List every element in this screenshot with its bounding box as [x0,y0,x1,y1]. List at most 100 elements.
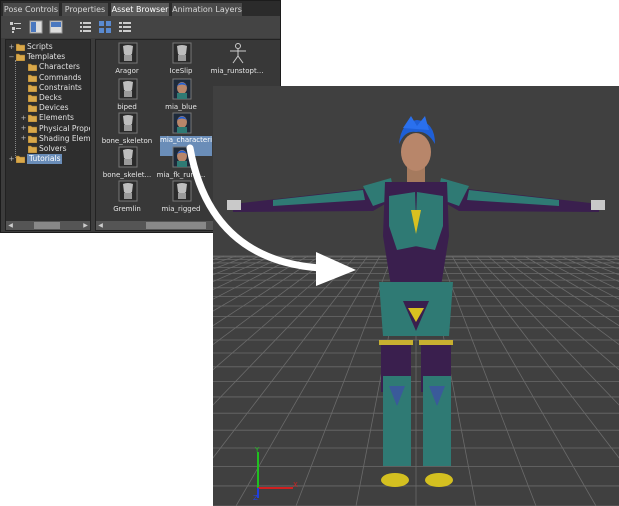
asset-item[interactable]: Pi [268,42,280,78]
left-foot [381,473,409,487]
tree-item-shading-elemen[interactable]: + Shading Elemen [20,133,91,144]
tab-animation-layers[interactable]: Animation Layers [171,2,243,16]
asset-label: IceSlip [169,67,193,75]
expander-icon [20,95,27,102]
asset-item[interactable]: Gremlin [104,180,150,216]
x-axis-label: X [293,481,298,489]
callout-arrow [186,144,356,286]
grid-line [535,255,619,300]
tree-item-elements[interactable]: + Elements [20,113,74,123]
tree-item-commands[interactable]: Commands [20,73,81,83]
tree-item-label: Shading Elemen [39,133,91,143]
folder-icon [15,155,26,164]
tab-asset-browser[interactable]: Asset Browser [110,2,170,16]
tree-item-solvers[interactable]: Solvers [20,144,66,154]
tree-item-characters[interactable]: Characters [20,62,80,72]
right-foot [425,473,453,487]
asset-label: bone_skelet... [102,171,152,179]
tree-item-label: Scripts [27,42,53,51]
asset-item[interactable]: Aragor [104,42,150,78]
grid-line [487,255,619,371]
expander-icon[interactable]: + [8,43,15,51]
expander-icon[interactable]: + [20,125,27,132]
tab-bar: Pose Controls Properties Asset Browser A… [1,1,280,16]
expander-icon [20,84,27,91]
asset-thumbnail [118,146,138,168]
grid-line [475,255,619,406]
expander-icon [20,64,27,71]
folder-icon [27,63,38,72]
tree-item-label: Devices [39,103,69,113]
asset-item[interactable]: bone_skeleton [102,112,152,148]
asset-item[interactable]: IceSlip [158,42,204,78]
asset-thumbnail [118,42,138,64]
expander-icon[interactable]: + [8,155,15,163]
asset-thumbnail [118,180,138,202]
tree-item-scripts[interactable]: + Scripts [8,42,53,52]
asset-label: Gremlin [113,205,141,213]
tree-item-label: Decks [39,93,62,102]
icon-view-icon[interactable] [98,20,112,34]
folder-icon [27,74,38,82]
folder-icon [15,43,26,52]
folder-tree: + Scripts − Templates Characters Commands Cons… [5,39,91,231]
asset-item[interactable]: mia_runstopt... [211,42,263,78]
grid-line [439,255,537,506]
scroll-thumb[interactable] [34,222,60,229]
folder-icon [27,84,38,93]
tree-item-decks[interactable]: Decks [20,93,62,103]
asset-label: biped [117,103,137,111]
asset-item[interactable]: biped [104,78,150,114]
asset-thumbnail [172,78,192,100]
asset-label: Pi [264,67,280,75]
scroll-left-icon[interactable]: ◀ [97,222,104,229]
add-icon[interactable] [9,20,23,34]
split-vertical-icon[interactable] [29,20,43,34]
tree-item-label: Constraints [39,82,82,92]
asset-item[interactable]: mia_blue [158,78,204,114]
expander-icon [20,105,27,112]
folder-icon [27,135,38,144]
tree-item-label: Commands [39,72,82,82]
tree-item-label: Solvers [39,144,67,153]
folder-icon [27,114,38,123]
scroll-left-icon[interactable]: ◀ [7,222,14,229]
folder-icon [27,94,38,103]
axis-gizmo: Y X Z [253,446,298,502]
tree-item-label: Physical Proper [39,123,91,133]
asset-label: mia_blue [165,103,197,111]
tree-item-devices[interactable]: Devices [20,103,69,113]
folder-icon [27,145,38,154]
right-thigh-band [419,340,453,345]
grid-line [511,255,619,327]
folder-icon [27,125,38,133]
tree-connector [15,60,16,158]
expander-icon[interactable]: − [8,53,15,61]
asset-thumbnail [228,42,248,64]
scroll-right-icon[interactable]: ▶ [82,222,89,229]
detail-view-icon[interactable] [118,20,132,34]
asset-label: mia_runstopt... [210,67,264,75]
grid-line [451,255,597,506]
split-horizontal-icon[interactable] [49,20,63,34]
tree-item-constraints[interactable]: Constraints [20,83,82,93]
list-view-icon[interactable] [79,20,93,34]
tab-properties[interactable]: Properties [61,2,109,16]
tree-item-tutorials[interactable]: + Tutorials [8,154,63,165]
expander-icon [20,74,27,81]
expander-icon[interactable]: + [20,114,27,122]
asset-item[interactable]: bone_skelet... [103,146,151,182]
tree-item-templates[interactable]: − Templates [8,52,65,62]
tree-item-label: Elements [39,113,74,123]
tab-pose-controls[interactable]: Pose Controls [2,2,60,16]
expander-icon[interactable]: + [20,135,27,142]
folder-icon [15,53,26,62]
folder-icon [27,104,38,113]
tree-horizontal-scrollbar[interactable]: ◀ ▶ [6,221,90,230]
toolbar [1,16,280,38]
z-axis-label: Z [253,494,258,502]
left-thigh-band [379,340,413,345]
asset-thumbnail [118,112,138,134]
tree-item-physical-proper[interactable]: + Physical Proper [20,123,91,134]
asset-thumbnail [118,78,138,100]
